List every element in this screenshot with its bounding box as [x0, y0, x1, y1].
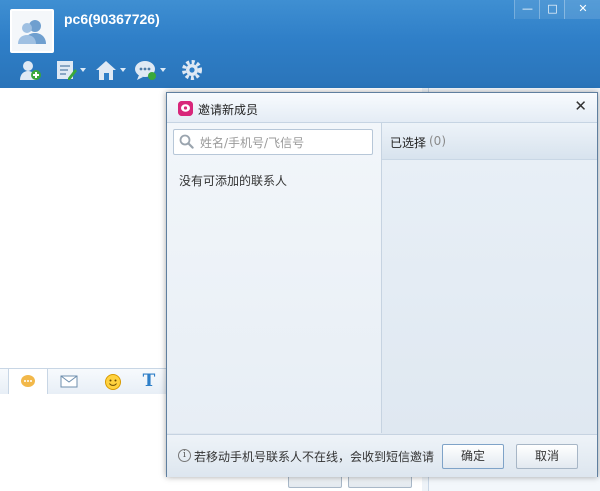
selected-pane: 已选择 (0) [382, 123, 597, 433]
maximize-button[interactable]: □ [539, 0, 565, 19]
fetion-logo-icon [178, 101, 193, 116]
minimize-button[interactable]: — [514, 0, 540, 19]
invite-members-dialog: 邀请新成员 ✕ 没有可添加的联系人 已选择 (0) i 若移动手机号联系人不在线… [166, 92, 598, 477]
chat-bubble-icon[interactable] [134, 58, 158, 84]
home-icon[interactable] [94, 58, 118, 84]
mail-icon[interactable] [50, 369, 88, 394]
ok-button[interactable]: 确定 [442, 444, 504, 469]
window-header: pc6(90367726) — □ ✕ [0, 0, 600, 88]
dialog-titlebar: 邀请新成员 ✕ [167, 93, 597, 123]
dialog-footer: i 若移动手机号联系人不在线，会收到短信邀请 确定 取消 [167, 434, 597, 477]
avatar[interactable] [10, 9, 54, 53]
edit-icon[interactable] [54, 58, 78, 84]
user-title: pc6(90367726) [64, 11, 160, 27]
selected-count: (0) [429, 134, 446, 148]
dialog-close-icon[interactable]: ✕ [574, 98, 587, 114]
info-icon: i [178, 449, 191, 462]
text-format-icon[interactable]: T [130, 369, 168, 394]
cancel-button[interactable]: 取消 [516, 444, 578, 469]
chevron-down-icon[interactable] [80, 68, 86, 72]
search-icon [179, 134, 194, 149]
gear-icon[interactable] [180, 58, 204, 84]
default-avatar-icon [12, 11, 52, 51]
emoji-bubble-icon[interactable] [8, 368, 48, 396]
selected-header: 已选择 (0) [382, 123, 597, 160]
chevron-down-icon[interactable] [160, 68, 166, 72]
contacts-pane: 没有可添加的联系人 [167, 123, 382, 433]
smiley-icon[interactable] [94, 369, 132, 394]
chevron-down-icon[interactable] [120, 68, 126, 72]
search-box[interactable] [173, 129, 373, 155]
empty-contacts-message: 没有可添加的联系人 [179, 174, 288, 188]
close-button[interactable]: ✕ [564, 0, 600, 19]
selected-label: 已选择 [390, 136, 427, 150]
search-input[interactable] [198, 131, 372, 155]
dialog-title: 邀请新成员 [198, 103, 259, 117]
sms-invite-note: 若移动手机号联系人不在线，会收到短信邀请 [194, 450, 435, 464]
add-contact-icon[interactable] [18, 58, 42, 84]
